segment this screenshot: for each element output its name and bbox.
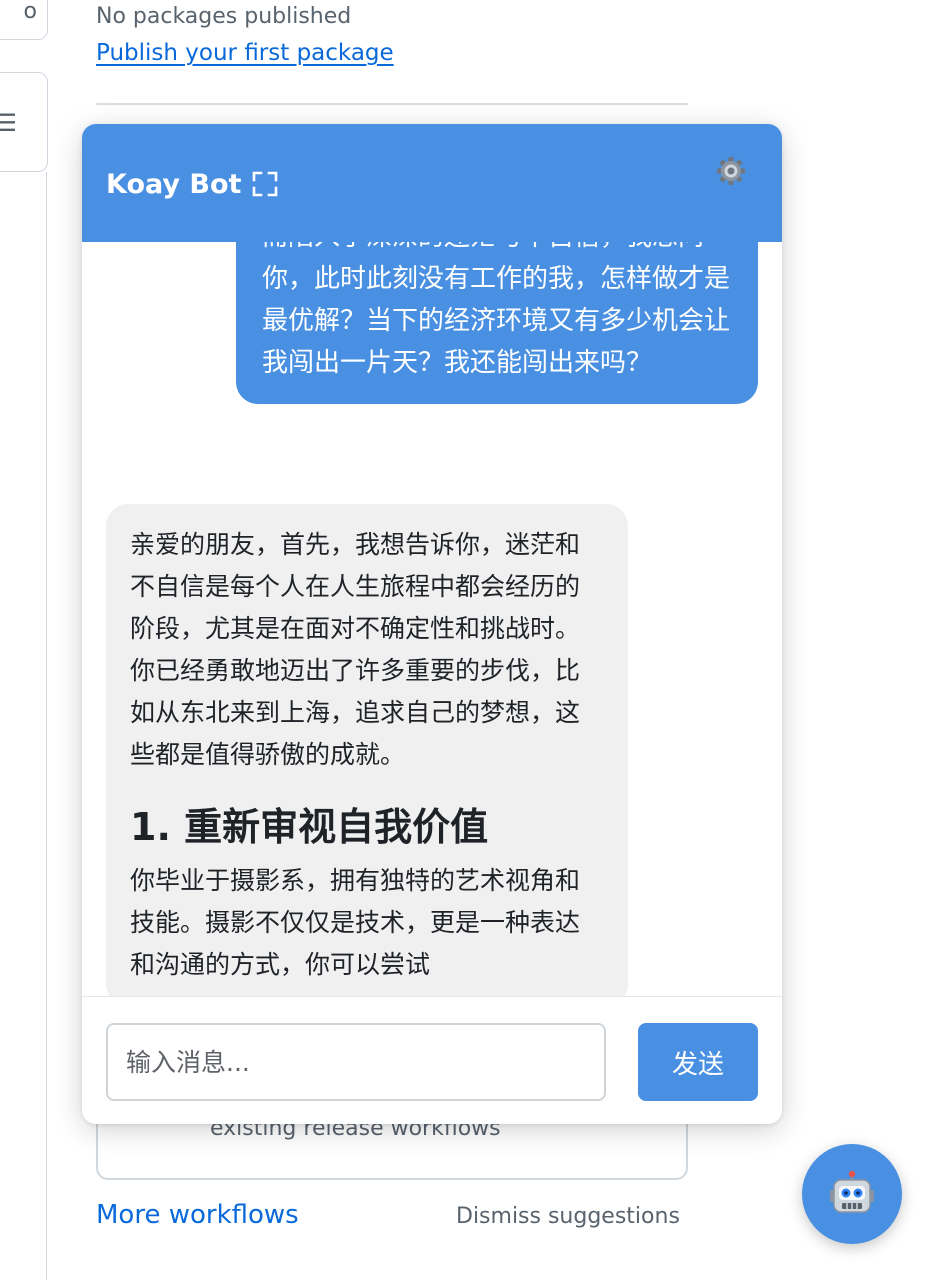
sidebar-border	[46, 172, 47, 1280]
packages-empty-text: No packages published	[96, 4, 352, 29]
robot-icon	[830, 1170, 874, 1213]
gear-icon[interactable]	[716, 156, 746, 186]
bot-message-body: 你毕业于摄影系，拥有独特的艺术视角和技能。摄影不仅仅是技术，更是一种表达和沟通的…	[130, 866, 581, 979]
expand-icon[interactable]	[252, 171, 278, 197]
dismiss-suggestions-link[interactable]: Dismiss suggestions	[456, 1204, 680, 1229]
sidebar-card-middle[interactable]: ☰	[0, 72, 48, 172]
sidebar-card-top: o	[0, 0, 48, 40]
bot-message-intro: 亲爱的朋友，首先，我想告诉你，迷茫和不自信是每个人在人生旅程中都会经历的阶段，尤…	[130, 530, 581, 769]
bot-message-heading: 1. 重新审视自我价值	[130, 805, 489, 849]
chat-title: Koay Bot	[106, 169, 242, 200]
chat-panel: Koay Bot 你，此时此刻没有工作的我，怎样做才是最优解？当下的经济环境又有…	[82, 124, 782, 1124]
user-message: 业，现在找工作万千烦，我已失业了，从而陷入了深深的迷茫与不自信，我想问你，此时此…	[236, 242, 758, 404]
more-workflows-link[interactable]: More workflows	[96, 1200, 299, 1230]
chat-launcher-button[interactable]	[802, 1144, 902, 1244]
list-icon: ☰	[0, 109, 17, 137]
section-divider	[96, 103, 688, 105]
bot-message: 亲爱的朋友，首先，我想告诉你，迷茫和不自信是每个人在人生旅程中都会经历的阶段，尤…	[106, 504, 628, 996]
publish-package-link[interactable]: Publish your first package	[96, 40, 394, 66]
sidebar-edge-glyph: o	[23, 0, 37, 24]
message-input[interactable]	[106, 1023, 606, 1101]
message-list[interactable]: 业，现在找工作万千烦，我已失业了，从而陷入了深深的迷茫与不自信，我想问你，此时此…	[82, 242, 782, 996]
send-button[interactable]: 发送	[638, 1023, 758, 1101]
chat-input-area: 发送	[82, 996, 782, 1124]
chat-header: Koay Bot	[82, 124, 782, 242]
